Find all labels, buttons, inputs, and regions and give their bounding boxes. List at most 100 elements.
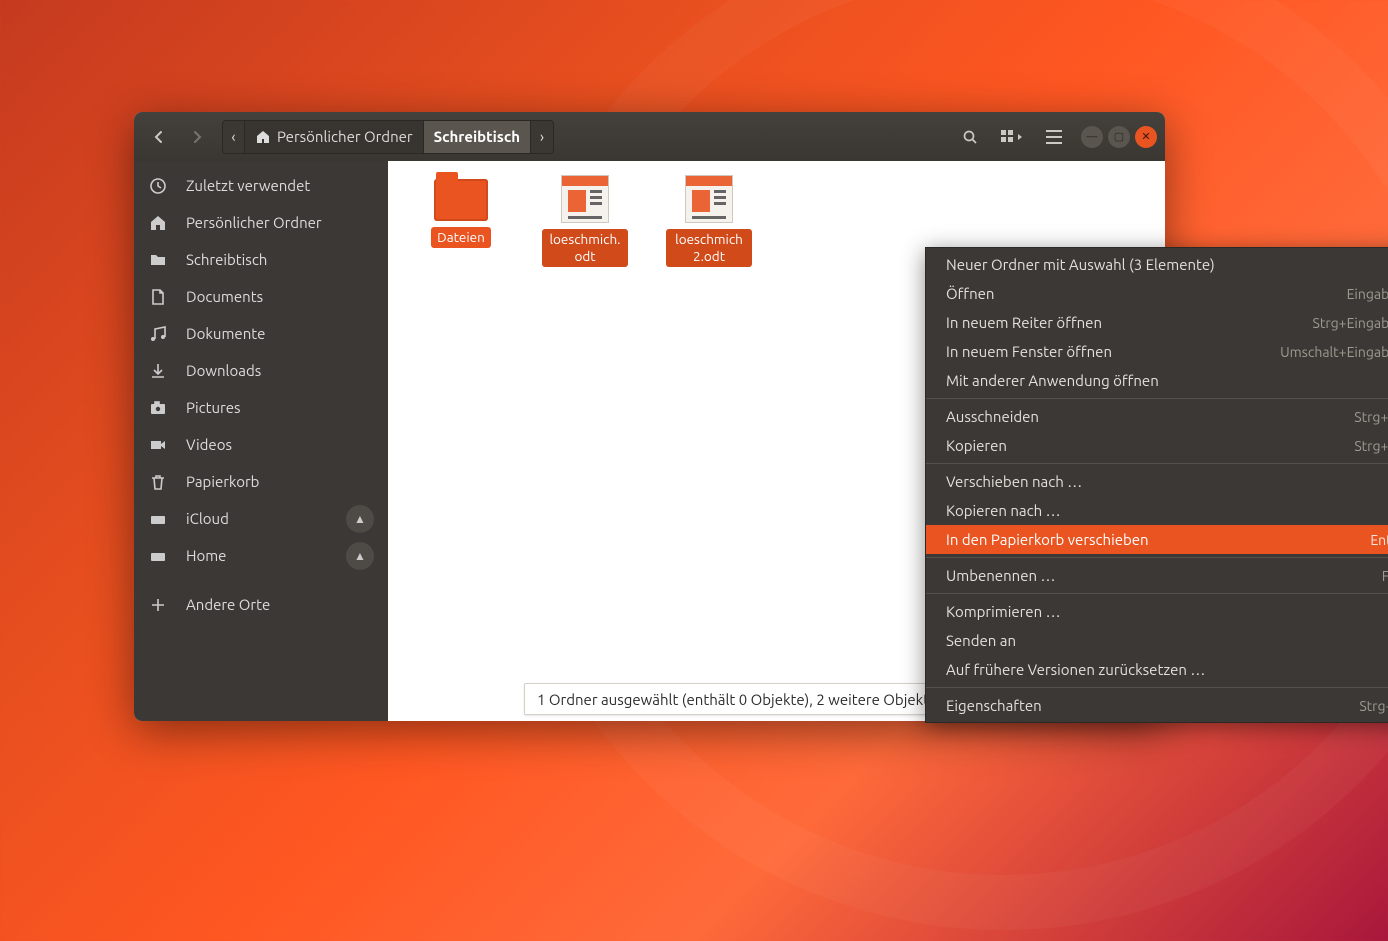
sidebar-item-label: Schreibtisch [186, 251, 267, 268]
context-menu-item[interactable]: Komprimieren … [926, 597, 1388, 626]
sidebar-item-label: Dokumente [186, 325, 265, 342]
shortcut-label: Eingabe [1347, 286, 1388, 302]
shortcut-label: Strg+I [1359, 698, 1388, 714]
eject-button[interactable]: ▲ [346, 505, 374, 533]
context-menu-item[interactable]: Auf frühere Versionen zurücksetzen … [926, 655, 1388, 684]
music-icon [148, 324, 168, 344]
context-menu-item[interactable]: Kopieren nach … [926, 496, 1388, 525]
file-manager-window: ‹ Persönlicher Ordner Schreibtisch › — ▢… [134, 112, 1165, 721]
search-icon [962, 129, 978, 145]
forward-button[interactable] [180, 121, 214, 153]
search-button[interactable] [953, 121, 987, 153]
sidebar-item-videos[interactable]: Videos [134, 426, 388, 463]
sidebar-item-papierkorb[interactable]: Papierkorb [134, 463, 388, 500]
view-toggle-button[interactable] [991, 121, 1033, 153]
context-menu-item[interactable]: In neuem Fenster öffnenUmschalt+Eingabe [926, 337, 1388, 366]
plus-icon [148, 595, 168, 615]
file-item[interactable]: Dateien [418, 175, 504, 248]
context-menu-label: In den Papierkorb verschieben [946, 531, 1149, 548]
context-menu-label: Senden an [946, 632, 1016, 649]
context-menu: Neuer Ordner mit Auswahl (3 Elemente) Öff… [925, 247, 1388, 723]
context-menu-item[interactable]: KopierenStrg+C [926, 431, 1388, 460]
sidebar-item-home[interactable]: Home ▲ [134, 537, 388, 574]
folder-icon [434, 179, 488, 221]
shortcut-label: F2 [1382, 568, 1388, 584]
context-menu-item[interactable]: Öffnen Eingabe [926, 279, 1388, 308]
eject-button[interactable]: ▲ [346, 542, 374, 570]
sidebar-item-label: Documents [186, 288, 263, 305]
hamburger-menu-button[interactable] [1037, 121, 1071, 153]
context-menu-label: Verschieben nach … [946, 473, 1082, 490]
close-button[interactable]: ✕ [1135, 126, 1157, 148]
sidebar-item-label: Papierkorb [186, 473, 259, 490]
sidebar-item-downloads[interactable]: Downloads [134, 352, 388, 389]
download-icon [148, 361, 168, 381]
sidebar-item-label: Home [186, 547, 226, 564]
minimize-button[interactable]: — [1081, 126, 1103, 148]
context-menu-item[interactable]: Mit anderer Anwendung öffnen [926, 366, 1388, 395]
shortcut-label: Strg+Eingabe [1313, 315, 1388, 331]
context-menu-label: Öffnen [946, 285, 994, 302]
menu-separator [926, 557, 1388, 558]
sidebar-item-dokumente[interactable]: Dokumente [134, 315, 388, 352]
window-controls: — ▢ ✕ [1081, 126, 1157, 148]
sidebar-item-icloud[interactable]: iCloud ▲ [134, 500, 388, 537]
back-button[interactable] [142, 121, 176, 153]
sidebar-item-label: Zuletzt verwendet [186, 177, 310, 194]
breadcrumb-current[interactable]: Schreibtisch [424, 121, 531, 153]
document-icon [685, 175, 733, 223]
content-area[interactable]: Dateienloeschmich.odtloeschmich2.odt Neu… [388, 161, 1165, 721]
sidebar-item-label: Andere Orte [186, 596, 270, 613]
context-menu-label: Kopieren [946, 437, 1007, 454]
grid-icon [1001, 130, 1023, 144]
sidebar-item-pictures[interactable]: Pictures [134, 389, 388, 426]
clock-icon [148, 176, 168, 196]
context-menu-label: Ausschneiden [946, 408, 1039, 425]
folder-icon [148, 250, 168, 270]
context-menu-label: In neuem Reiter öffnen [946, 314, 1102, 331]
doc-icon [148, 287, 168, 307]
video-icon [148, 435, 168, 455]
trash-icon [148, 472, 168, 492]
context-menu-item[interactable]: EigenschaftenStrg+I [926, 691, 1388, 720]
menu-separator [926, 687, 1388, 688]
disk-icon [148, 546, 168, 566]
context-menu-item[interactable]: Umbenennen … F2 [926, 561, 1388, 590]
context-menu-label: Kopieren nach … [946, 502, 1061, 519]
context-menu-label: Mit anderer Anwendung öffnen [946, 372, 1159, 389]
file-item[interactable]: loeschmich2.odt [666, 175, 752, 267]
file-item[interactable]: loeschmich.odt [542, 175, 628, 267]
hamburger-icon [1046, 130, 1062, 144]
sidebar-item-andere-orte[interactable]: Andere Orte [134, 586, 388, 623]
breadcrumb-home-label: Persönlicher Ordner [277, 128, 413, 145]
context-menu-item[interactable]: In neuem Reiter öffnen Strg+Eingabe [926, 308, 1388, 337]
home-icon [255, 129, 271, 145]
file-label: loeschmich2.odt [666, 229, 752, 267]
file-label: Dateien [431, 227, 491, 248]
sidebar-item-zuletzt-verwendet[interactable]: Zuletzt verwendet [134, 167, 388, 204]
home-icon [148, 213, 168, 233]
breadcrumb-home[interactable]: Persönlicher Ordner [245, 121, 424, 153]
sidebar-item-documents[interactable]: Documents [134, 278, 388, 315]
context-menu-item[interactable]: Senden an [926, 626, 1388, 655]
sidebar-item-persönlicher-ordner[interactable]: Persönlicher Ordner [134, 204, 388, 241]
context-menu-item[interactable]: Neuer Ordner mit Auswahl (3 Elemente) [926, 250, 1388, 279]
file-label: loeschmich.odt [542, 229, 628, 267]
menu-separator [926, 463, 1388, 464]
context-menu-label: Neuer Ordner mit Auswahl (3 Elemente) [946, 256, 1215, 273]
document-icon [561, 175, 609, 223]
context-menu-item[interactable]: AusschneidenStrg+X [926, 402, 1388, 431]
sidebar-item-label: iCloud [186, 510, 229, 527]
context-menu-label: Umbenennen … [946, 567, 1055, 584]
context-menu-item[interactable]: Verschieben nach … [926, 467, 1388, 496]
context-menu-label: Auf frühere Versionen zurücksetzen … [946, 661, 1205, 678]
breadcrumb-forward-segment[interactable]: › [531, 121, 553, 153]
shortcut-label: Umschalt+Eingabe [1280, 344, 1388, 360]
menu-separator [926, 593, 1388, 594]
breadcrumb-current-label: Schreibtisch [434, 128, 520, 145]
sidebar-item-schreibtisch[interactable]: Schreibtisch [134, 241, 388, 278]
breadcrumb-back-segment[interactable]: ‹ [223, 121, 245, 153]
context-menu-item[interactable]: In den Papierkorb verschieben Entf [926, 525, 1388, 554]
maximize-button[interactable]: ▢ [1108, 126, 1130, 148]
shortcut-label: Entf [1370, 532, 1388, 548]
